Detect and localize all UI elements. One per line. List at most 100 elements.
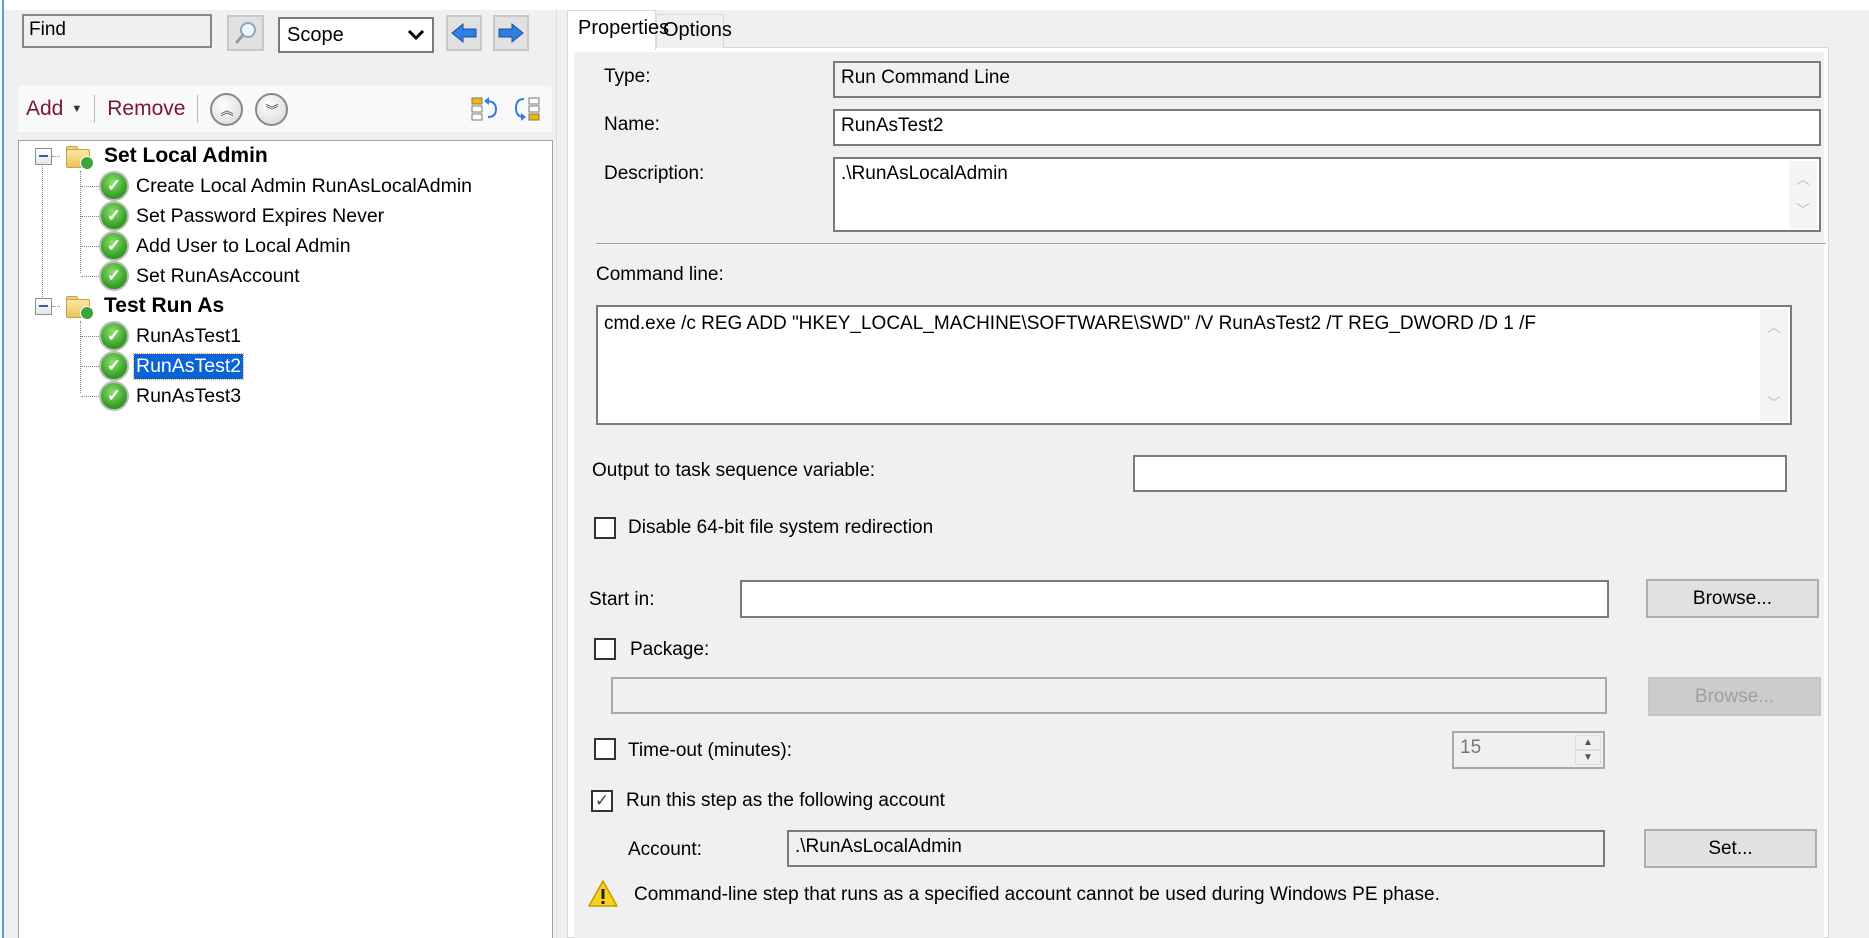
group-label: Set Local Admin xyxy=(104,144,268,167)
tree-connector xyxy=(52,155,60,157)
scope-value: Scope xyxy=(287,23,344,46)
toolbar-divider xyxy=(197,95,199,123)
section-divider xyxy=(596,243,1826,245)
warning-icon xyxy=(588,880,618,907)
start-in-input[interactable] xyxy=(740,580,1609,618)
package-checkbox[interactable] xyxy=(594,638,616,660)
collapse-all-icon[interactable] xyxy=(470,95,500,123)
tree-item[interactable]: ✓ Create Local Admin RunAsLocalAdmin xyxy=(81,171,474,201)
task-sequence-tree[interactable]: Set Local Admin ✓ Create Local Admin Run… xyxy=(18,140,553,938)
description-text: .\RunAsLocalAdmin xyxy=(841,163,1008,184)
name-label: Name: xyxy=(604,114,660,135)
set-account-button[interactable]: Set... xyxy=(1644,829,1817,868)
add-dropdown-icon[interactable]: ▼ xyxy=(71,103,82,115)
success-check-icon: ✓ xyxy=(99,171,129,201)
tree-connector xyxy=(81,215,99,217)
top-strip xyxy=(0,0,1869,10)
account-label: Account: xyxy=(628,839,702,860)
window-edge xyxy=(0,0,4,938)
tree-item-selected[interactable]: ✓ RunAsTest2 xyxy=(81,351,245,381)
package-input xyxy=(611,677,1607,714)
item-label: RunAsTest3 xyxy=(136,384,242,407)
toolbar-divider xyxy=(94,95,96,123)
tree-toolbar: Add ▼ Remove ︽ ︾ xyxy=(18,86,552,132)
command-line-scrollbar[interactable]: ︿ ﹀ xyxy=(1760,309,1788,421)
tree-item[interactable]: ✓ Set RunAsAccount xyxy=(81,261,302,291)
tree-item[interactable]: ✓ Add User to Local Admin xyxy=(81,231,353,261)
run-as-label: Run this step as the following account xyxy=(626,790,945,811)
spin-up-icon: ▲ xyxy=(1575,735,1601,750)
description-input[interactable]: .\RunAsLocalAdmin ︿ ﹀ xyxy=(833,157,1821,232)
timeout-label: Time-out (minutes): xyxy=(628,740,792,761)
tab-properties[interactable]: Properties xyxy=(567,10,669,50)
forward-button[interactable] xyxy=(493,15,529,51)
run-as-checkbox[interactable]: ✓ xyxy=(591,790,613,812)
move-up-button[interactable]: ︽ xyxy=(210,92,244,126)
scroll-down-icon[interactable]: ﹀ xyxy=(1767,393,1781,413)
back-button[interactable] xyxy=(446,15,482,51)
account-field: .\RunAsLocalAdmin xyxy=(787,830,1605,867)
expand-all-icon[interactable] xyxy=(512,95,542,123)
add-button[interactable]: Add xyxy=(26,97,63,121)
item-label: Add User to Local Admin xyxy=(136,234,351,257)
checkmark-icon: ✓ xyxy=(594,791,610,810)
package-label: Package: xyxy=(630,639,710,660)
double-chevron-up-icon: ︽ xyxy=(220,102,234,118)
disable-redirection-checkbox[interactable] xyxy=(594,517,616,539)
start-in-label: Start in: xyxy=(589,589,655,610)
command-line-input[interactable]: cmd.exe /c REG ADD "HKEY_LOCAL_MACHINE\S… xyxy=(596,305,1792,425)
name-input[interactable]: RunAsTest2 xyxy=(833,109,1821,146)
disable-redirection-label: Disable 64-bit file system redirection xyxy=(628,517,934,538)
timeout-checkbox[interactable] xyxy=(594,738,616,760)
magnifier-icon xyxy=(235,22,256,44)
item-label: RunAsTest2 xyxy=(132,352,245,380)
item-label: Create Local Admin RunAsLocalAdmin xyxy=(136,174,473,197)
arrow-left-icon xyxy=(451,22,477,44)
tree-connector xyxy=(81,365,99,367)
type-label: Type: xyxy=(604,66,651,87)
tree-item[interactable]: ✓ RunAsTest3 xyxy=(81,381,243,411)
success-check-icon: ✓ xyxy=(99,201,129,231)
tree-item[interactable]: ✓ Set Password Expires Never xyxy=(81,201,386,231)
item-label: Set Password Expires Never xyxy=(136,204,385,227)
group-label: Test Run As xyxy=(104,294,225,317)
item-label: RunAsTest1 xyxy=(136,324,242,347)
tree-connector xyxy=(81,185,99,187)
collapse-toggle[interactable] xyxy=(35,297,52,315)
arrow-right-icon xyxy=(498,22,524,44)
success-check-icon: ✓ xyxy=(99,321,129,351)
chevron-down-icon xyxy=(407,29,425,41)
success-check-icon: ✓ xyxy=(99,261,129,291)
timeout-value: 15 xyxy=(1460,737,1482,758)
output-variable-input[interactable] xyxy=(1133,455,1787,492)
tree-connector xyxy=(52,305,60,307)
command-line-label: Command line: xyxy=(596,264,724,285)
description-label: Description: xyxy=(604,163,705,184)
tree-group[interactable]: Test Run As xyxy=(35,291,224,321)
tree-item[interactable]: ✓ RunAsTest1 xyxy=(81,321,243,351)
search-button[interactable] xyxy=(227,15,264,51)
double-chevron-down-icon: ︾ xyxy=(265,102,279,118)
scroll-up-icon[interactable]: ︿ xyxy=(1767,317,1781,337)
tree-connector xyxy=(81,395,99,397)
success-check-icon: ✓ xyxy=(99,351,129,381)
collapse-toggle[interactable] xyxy=(35,147,52,165)
tree-group[interactable]: Set Local Admin xyxy=(35,141,268,171)
remove-button[interactable]: Remove xyxy=(107,97,185,121)
description-scrollbar[interactable]: ︿ ﹀ xyxy=(1789,161,1817,228)
tree-connector xyxy=(81,245,99,247)
panel-splitter[interactable] xyxy=(556,10,566,938)
warning-text: Command-line step that runs as a specifi… xyxy=(634,884,1440,905)
scroll-up-icon[interactable]: ︿ xyxy=(1796,169,1810,189)
success-check-icon: ✓ xyxy=(99,231,129,261)
folder-icon xyxy=(66,145,94,170)
tree-connector xyxy=(81,335,99,337)
scroll-down-icon[interactable]: ﹀ xyxy=(1796,200,1810,220)
spinner-arrows: ▲ ▼ xyxy=(1575,735,1601,765)
scope-dropdown[interactable]: Scope xyxy=(278,17,434,53)
move-down-button[interactable]: ︾ xyxy=(255,92,289,126)
command-line-text: cmd.exe /c REG ADD "HKEY_LOCAL_MACHINE\S… xyxy=(604,313,1537,334)
find-input[interactable]: Find xyxy=(22,14,212,48)
browse-start-in-button[interactable]: Browse... xyxy=(1646,579,1819,618)
output-variable-label: Output to task sequence variable: xyxy=(592,460,876,481)
